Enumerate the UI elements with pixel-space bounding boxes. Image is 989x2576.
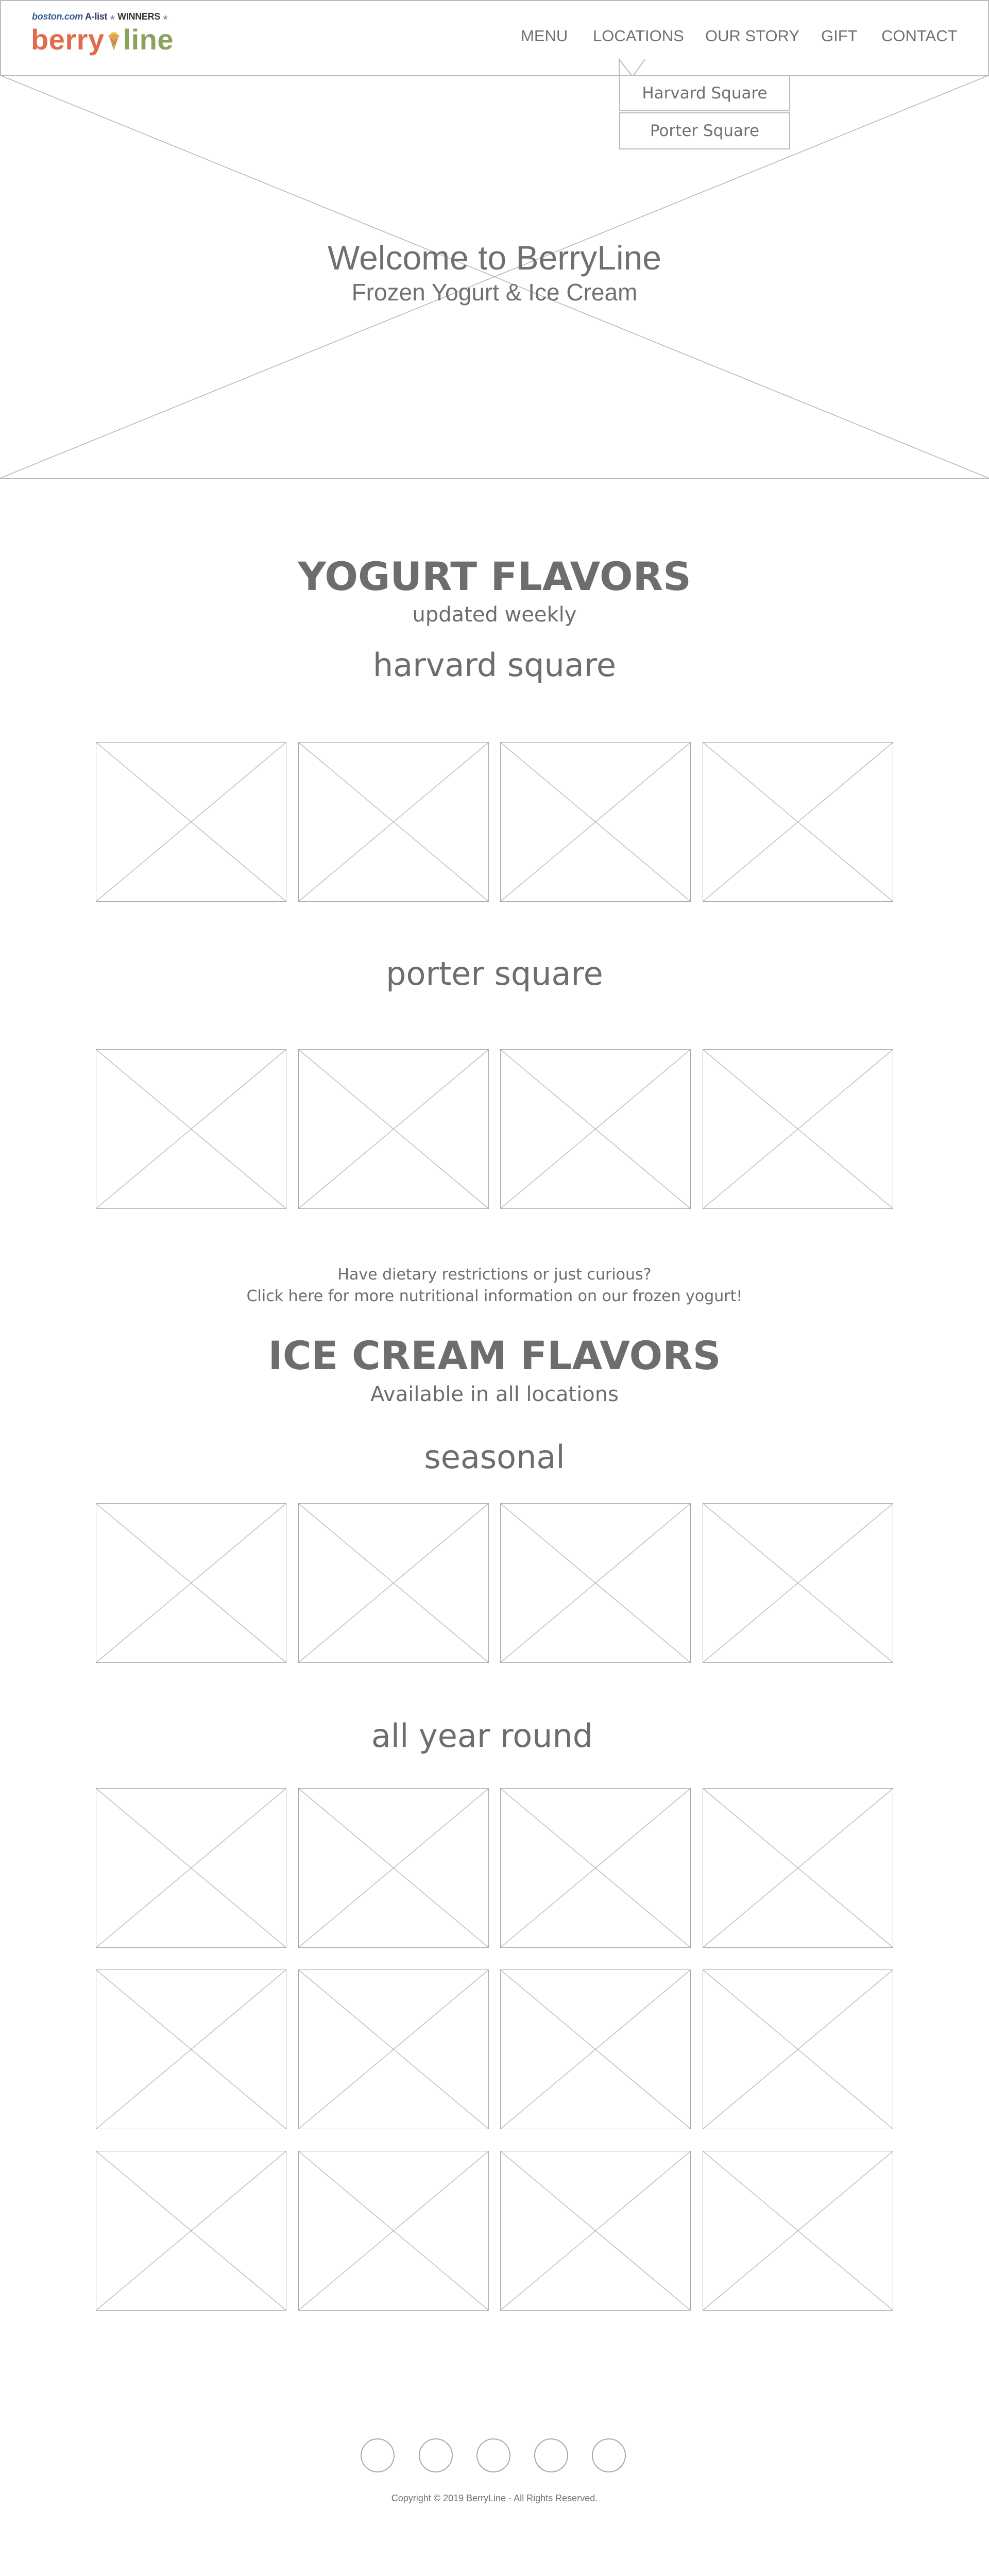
all-year-flavor-image[interactable] bbox=[298, 1969, 489, 2129]
hero-subtitle: Frozen Yogurt & Ice Cream bbox=[351, 279, 638, 306]
seasonal-flavor-image[interactable] bbox=[703, 1503, 893, 1663]
all-year-flavor-image[interactable] bbox=[500, 1969, 691, 2129]
harvard-flavor-image[interactable] bbox=[298, 742, 489, 902]
social-icon-5[interactable] bbox=[592, 2438, 626, 2472]
all-year-flavor-image[interactable] bbox=[298, 1788, 489, 1948]
all-year-flavor-image[interactable] bbox=[703, 1969, 893, 2129]
image-placeholder-icon bbox=[703, 1789, 893, 1947]
social-icon-4[interactable] bbox=[534, 2438, 568, 2472]
award-brand: A-list bbox=[85, 11, 108, 22]
dropdown-item-porter-square[interactable]: Porter Square bbox=[619, 112, 790, 149]
logo-text-line: line bbox=[123, 23, 174, 56]
award-label: WINNERS bbox=[117, 11, 161, 22]
nutrition-info-link[interactable]: Click here for more nutritional informat… bbox=[0, 1286, 989, 1307]
image-placeholder-icon bbox=[299, 743, 488, 901]
image-placeholder-icon bbox=[96, 1789, 286, 1947]
image-placeholder-icon bbox=[96, 1050, 286, 1208]
image-placeholder-icon bbox=[501, 1504, 690, 1662]
dropdown-pointer bbox=[619, 58, 645, 78]
all-year-flavor-image[interactable] bbox=[500, 1788, 691, 1948]
all-year-flavor-image[interactable] bbox=[703, 2151, 893, 2311]
image-placeholder-icon bbox=[299, 2151, 488, 2310]
nav-contact[interactable]: CONTACT bbox=[881, 27, 958, 45]
logo-text-berry: berry bbox=[31, 23, 105, 56]
image-placeholder-icon bbox=[501, 2151, 690, 2310]
hero-title: Welcome to BerryLine bbox=[327, 239, 662, 277]
image-placeholder-icon bbox=[501, 1970, 690, 2129]
porter-flavor-image[interactable] bbox=[703, 1049, 893, 1209]
image-placeholder-icon bbox=[299, 1504, 488, 1662]
copyright-text: Copyright © 2019 BerryLine - All Rights … bbox=[391, 2493, 598, 2503]
all-year-flavor-image[interactable] bbox=[500, 2151, 691, 2311]
yogurt-flavors-subtitle: updated weekly bbox=[412, 603, 577, 627]
image-placeholder-icon bbox=[703, 1970, 893, 2129]
seasonal-flavor-image[interactable] bbox=[96, 1503, 286, 1663]
all-year-flavor-image[interactable] bbox=[298, 2151, 489, 2311]
image-placeholder-icon bbox=[501, 1789, 690, 1947]
image-placeholder-icon bbox=[96, 1970, 286, 2129]
award-prefix: boston.com bbox=[32, 11, 83, 22]
harvard-flavor-image[interactable] bbox=[96, 742, 286, 902]
ice-cream-flavors-subtitle: Available in all locations bbox=[370, 1383, 619, 1406]
porter-flavor-image[interactable] bbox=[298, 1049, 489, 1209]
all-year-flavor-image[interactable] bbox=[96, 1788, 286, 1948]
seasonal-heading: seasonal bbox=[424, 1438, 565, 1476]
dropdown-item-harvard-square[interactable]: Harvard Square bbox=[619, 75, 790, 111]
image-placeholder-icon bbox=[96, 2151, 286, 2310]
award-badge: boston.com A-list ★ WINNERS ★ bbox=[32, 11, 168, 22]
harvard-flavor-image[interactable] bbox=[703, 742, 893, 902]
nav-menu[interactable]: MENU bbox=[521, 27, 568, 45]
yogurt-flavors-title: YOGURT FLAVORS bbox=[298, 553, 691, 599]
image-placeholder-icon bbox=[96, 1504, 286, 1662]
image-placeholder-icon bbox=[96, 743, 286, 901]
porter-flavor-image[interactable] bbox=[500, 1049, 691, 1209]
image-placeholder-icon bbox=[501, 1050, 690, 1208]
porter-flavor-image[interactable] bbox=[96, 1049, 286, 1209]
image-placeholder-icon bbox=[703, 1504, 893, 1662]
image-placeholder-icon bbox=[703, 1050, 893, 1208]
seasonal-flavor-image[interactable] bbox=[298, 1503, 489, 1663]
social-icon-3[interactable] bbox=[476, 2438, 510, 2472]
star-icon: ★ bbox=[109, 14, 115, 21]
nav-locations[interactable]: LOCATIONS bbox=[593, 27, 684, 45]
all-year-flavor-image[interactable] bbox=[703, 1788, 893, 1948]
nav-our-story[interactable]: OUR STORY bbox=[705, 27, 799, 45]
harvard-flavor-image[interactable] bbox=[500, 742, 691, 902]
image-placeholder-icon bbox=[299, 1050, 488, 1208]
seasonal-flavor-image[interactable] bbox=[500, 1503, 691, 1663]
brand-logo[interactable]: berry line bbox=[31, 23, 174, 56]
image-placeholder-icon bbox=[299, 1789, 488, 1947]
porter-square-heading: porter square bbox=[386, 955, 603, 992]
image-placeholder-icon bbox=[501, 743, 690, 901]
social-icon-1[interactable] bbox=[361, 2438, 395, 2472]
social-icon-2[interactable] bbox=[419, 2438, 453, 2472]
nutrition-info-question: Have dietary restrictions or just curiou… bbox=[337, 1266, 652, 1284]
hero-image-placeholder bbox=[0, 75, 989, 479]
harvard-square-heading: harvard square bbox=[372, 646, 617, 684]
ice-cream-cone-icon bbox=[107, 32, 120, 50]
image-placeholder-icon bbox=[299, 1970, 488, 2129]
nav-gift[interactable]: GIFT bbox=[821, 27, 858, 45]
all-year-flavor-image[interactable] bbox=[96, 2151, 286, 2311]
star-icon: ★ bbox=[162, 14, 168, 21]
all-year-flavor-image[interactable] bbox=[96, 1969, 286, 2129]
image-placeholder-icon bbox=[703, 2151, 893, 2310]
ice-cream-flavors-title: ICE CREAM FLAVORS bbox=[268, 1333, 721, 1378]
all-year-round-heading: all year round bbox=[371, 1717, 593, 1755]
image-placeholder-icon bbox=[703, 743, 893, 901]
